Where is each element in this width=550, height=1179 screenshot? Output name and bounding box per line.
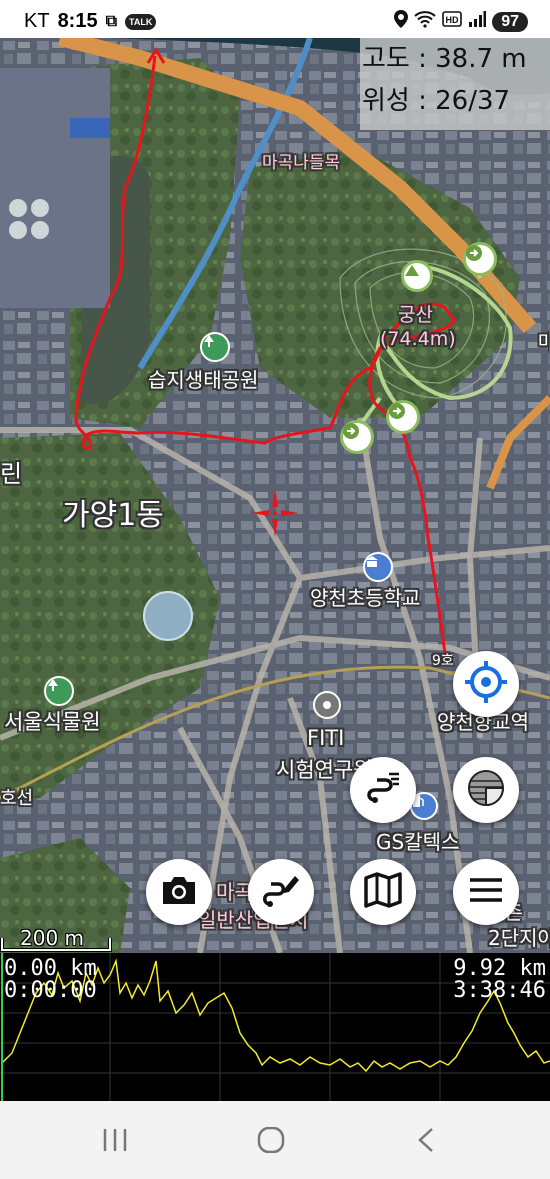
school-icon[interactable]: [363, 552, 393, 582]
map-label-magok-naru: 마곡나들목: [262, 153, 341, 173]
battery-badge: 97: [492, 11, 528, 32]
route-list-button[interactable]: [350, 757, 416, 823]
map-label-fiti: FITI: [307, 726, 345, 750]
scale-bar: 200 m: [0, 926, 112, 952]
trail-arrow-icon[interactable]: [340, 420, 374, 454]
menu-button[interactable]: [453, 859, 519, 925]
park-icon[interactable]: [44, 676, 74, 706]
recent-apps-icon: [103, 1129, 127, 1151]
map-label-danji: 2단지아: [488, 926, 550, 950]
satellite-readout: 위성 : 26/37: [362, 86, 511, 116]
elevation-end-time: 3:38:46: [453, 978, 546, 1003]
map-label-gayang1dong: 가양1동: [62, 498, 164, 533]
map-label-yangcheon-school: 양천초등학교: [310, 586, 421, 610]
recent-apps-button[interactable]: [100, 1127, 130, 1157]
peak-icon[interactable]: [401, 260, 433, 292]
map-label-seoul-botanic: 서울식물원: [4, 710, 101, 734]
clock: 8:15: [57, 10, 98, 32]
camera-button[interactable]: [146, 859, 212, 925]
trail-arrow-icon[interactable]: [386, 400, 420, 434]
map-label-gs-caltex: GS칼텍스: [376, 830, 460, 854]
status-right: HD 97: [394, 10, 528, 33]
location-pin-icon: [394, 10, 409, 33]
map-label-rin: 린: [0, 460, 23, 488]
map-label-right-edge: 마: [538, 332, 550, 353]
hd-icon: HD: [442, 11, 463, 32]
home-button[interactable]: [256, 1126, 286, 1157]
elevation-profile[interactable]: 0.00 km 0:00:00 9.92 km 3:38:46: [0, 953, 550, 1101]
menu-icon: [468, 876, 504, 908]
map-label-gungsan: 궁산: [398, 304, 433, 326]
map-label-line9: 9호: [432, 653, 454, 669]
draw-route-icon: [261, 870, 301, 914]
carrier-label: KT: [24, 10, 50, 32]
my-location-button[interactable]: [453, 651, 519, 717]
altitude-readout: 고도 : 38.7 m: [362, 44, 527, 74]
map-label-wetland-park: 습지생태공원: [148, 368, 259, 392]
elevation-start-time: 0:00:00: [4, 978, 97, 1003]
map-label-line: 호선: [0, 788, 34, 809]
map-label-gungsan-height: (74.4m): [380, 328, 456, 350]
park-icon[interactable]: [200, 332, 230, 362]
back-icon: [418, 1128, 433, 1152]
navigation-bar: [0, 1101, 550, 1179]
draw-route-button[interactable]: [248, 859, 314, 925]
back-button[interactable]: [414, 1127, 438, 1157]
layers-button[interactable]: [453, 757, 519, 823]
crosshair-icon: [463, 659, 509, 709]
talk-icon: TALK: [125, 13, 157, 30]
map-select-button[interactable]: [350, 859, 416, 925]
route-icon: [365, 770, 401, 810]
map-icon: [364, 872, 402, 912]
layers-icon: [466, 768, 506, 812]
home-icon: [257, 1126, 285, 1154]
signal-icon: [468, 11, 487, 32]
camera-icon: [159, 873, 199, 911]
poi-icon[interactable]: [313, 691, 341, 719]
status-left: KT 8:15 ⧉ TALK: [24, 10, 157, 33]
wifi-icon: [414, 10, 436, 33]
gps-info-panel: 고도 : 38.7 m 위성 : 26/37: [360, 38, 550, 130]
svg-text:HD: HD: [446, 15, 459, 25]
trail-arrow-icon[interactable]: [463, 242, 497, 276]
screenshot-icon: ⧉: [105, 12, 118, 30]
